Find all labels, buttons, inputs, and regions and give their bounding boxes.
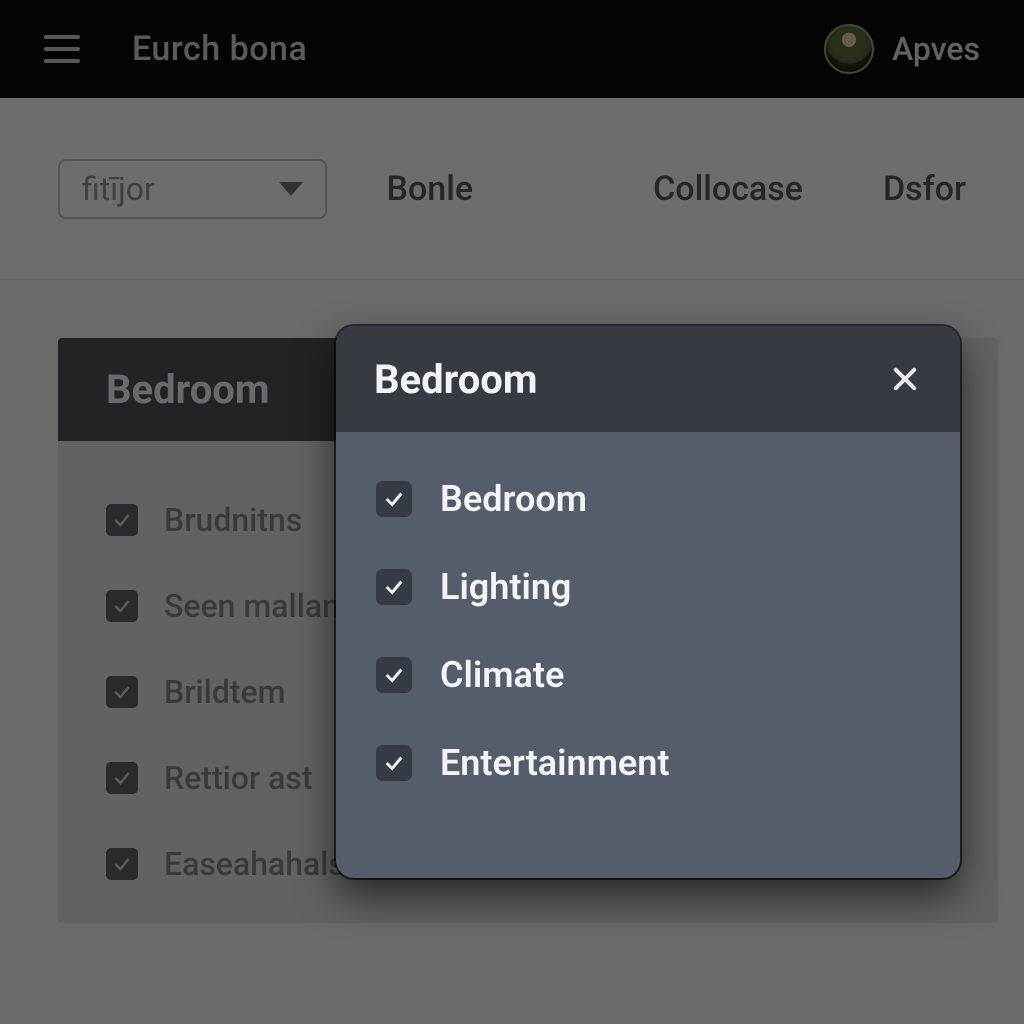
checkbox[interactable] [376, 569, 412, 605]
username: Apves [892, 30, 980, 68]
hamburger-icon[interactable] [44, 35, 80, 63]
checkbox[interactable] [376, 657, 412, 693]
modal-list-item[interactable]: Lighting [376, 566, 920, 608]
avatar[interactable] [824, 24, 874, 74]
close-icon[interactable] [888, 362, 922, 396]
checkbox[interactable] [106, 504, 138, 536]
chevron-down-icon [279, 182, 303, 196]
checkbox[interactable] [376, 481, 412, 517]
modal-list-item[interactable]: Climate [376, 654, 920, 696]
checkbox[interactable] [376, 745, 412, 781]
app-title: Eurch bona [132, 29, 307, 69]
modal-item-label: Climate [440, 654, 564, 696]
toolbar: fitījor Bonle Collocase Dsfor [0, 98, 1024, 280]
checkbox[interactable] [106, 848, 138, 880]
filter-value: fitījor [82, 170, 155, 208]
tab-1[interactable]: Collocase [653, 169, 803, 209]
modal-list-item[interactable]: Entertainment [376, 742, 920, 784]
list-item-label: Easeahahals [164, 845, 345, 883]
app-header: Eurch bona Apves [0, 0, 1024, 98]
checkbox[interactable] [106, 676, 138, 708]
checkbox[interactable] [106, 590, 138, 622]
modal-item-label: Entertainment [440, 742, 669, 784]
tab-2[interactable]: Dsfor [883, 169, 966, 209]
card-title: Bedroom [58, 338, 348, 441]
modal-item-label: Bedroom [440, 478, 587, 520]
filter-select[interactable]: fitījor [58, 159, 327, 219]
list-item-label: Seen mallan [164, 587, 340, 625]
list-item-label: Brudnitns [164, 501, 302, 539]
room-settings-modal: Bedroom Bedroom Lighting Climate Enterta… [336, 326, 960, 878]
list-item-label: Brildtem [164, 673, 286, 711]
modal-body: Bedroom Lighting Climate Entertainment [336, 432, 960, 830]
modal-list-item[interactable]: Bedroom [376, 478, 920, 520]
modal-title: Bedroom [374, 356, 538, 403]
checkbox[interactable] [106, 762, 138, 794]
tab-0[interactable]: Bonle [387, 169, 474, 209]
modal-header: Bedroom [336, 326, 960, 432]
list-item-label: Rettior ast [164, 759, 313, 797]
modal-item-label: Lighting [440, 566, 571, 608]
